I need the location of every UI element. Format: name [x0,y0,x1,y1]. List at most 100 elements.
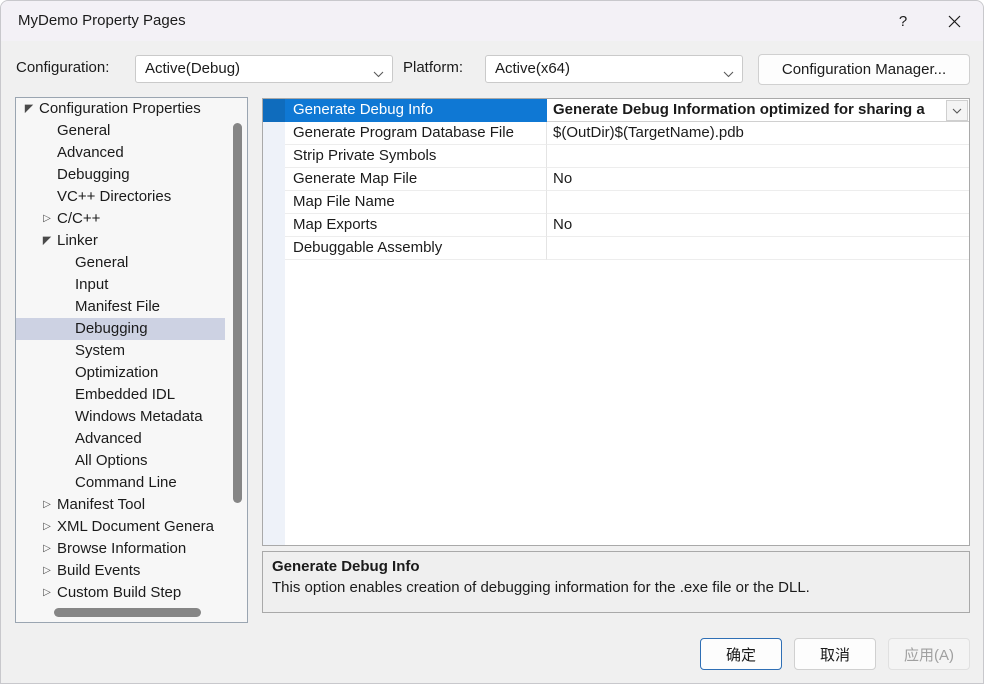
property-pages-dialog: MyDemo Property Pages ? Configuration: A… [0,0,984,684]
twisty-expanded-icon[interactable]: ◢ [40,230,54,252]
tree-item-linker[interactable]: ◢ Linker [16,230,225,252]
property-value[interactable]: No [547,214,969,237]
close-icon[interactable] [931,1,977,41]
window-title: MyDemo Property Pages [18,12,186,29]
property-value[interactable]: Generate Debug Information optimized for… [547,99,969,122]
property-rows: Generate Debug Info Generate Debug Inform… [263,99,969,260]
property-row[interactable]: Strip Private Symbols [263,145,969,168]
property-name[interactable]: Generate Map File [285,168,547,191]
twisty-collapsed-icon[interactable]: ▷ [40,494,54,516]
tree-item-label: Debugging [75,320,148,337]
tree-item-build-events[interactable]: ▷ Build Events [16,560,225,582]
tree-item-c-c[interactable]: ▷ C/C++ [16,208,225,230]
tree-item-manifest-tool[interactable]: ▷ Manifest Tool [16,494,225,516]
tree-item-configuration-properties[interactable]: ◢ Configuration Properties [16,98,225,120]
property-row[interactable]: Map Exports No [263,214,969,237]
tree-item-advanced[interactable]: Advanced [16,142,225,164]
property-value[interactable]: $(OutDir)$(TargetName).pdb [547,122,969,145]
tree-item-advanced[interactable]: Advanced [16,428,225,450]
twisty-collapsed-icon[interactable]: ▷ [40,516,54,538]
tree-item-label: VC++ Directories [57,188,172,205]
tree-item-manifest-file[interactable]: Manifest File [16,296,225,318]
tree-item-xml-document-genera[interactable]: ▷ XML Document Genera [16,516,225,538]
tree-item-input[interactable]: Input [16,274,225,296]
title-bar: MyDemo Property Pages ? [1,1,983,41]
apply-button[interactable]: 应用(A) [888,638,970,670]
tree-item-label: Manifest Tool [57,496,146,513]
tree-item-general[interactable]: General [16,120,225,142]
row-gutter [263,191,285,214]
tree-item-label: General [75,254,129,271]
property-name[interactable]: Debuggable Assembly [285,237,547,260]
property-row[interactable]: Debuggable Assembly [263,237,969,260]
tree-vertical-scrollbar[interactable] [229,99,246,603]
tree-item-label: Command Line [75,474,177,491]
twisty-collapsed-icon[interactable]: ▷ [40,208,54,230]
tree-item-label: C/C++ [57,210,101,227]
tree-item-optimization[interactable]: Optimization [16,362,225,384]
platform-select[interactable]: Active(x64) [485,55,743,83]
help-glyph: ? [898,12,908,30]
tree-item-label: Manifest File [75,298,161,315]
tree-item-label: All Options [75,452,148,469]
chevron-down-icon [373,65,384,83]
tree-item-debugging[interactable]: Debugging [16,164,225,186]
property-value[interactable] [547,191,969,214]
property-grid[interactable]: Generate Debug Info Generate Debug Inform… [262,98,970,546]
cancel-button[interactable]: 取消 [794,638,876,670]
chevron-down-icon [952,108,962,114]
row-gutter [263,145,285,168]
tree-item-label: General [57,122,111,139]
twisty-expanded-icon[interactable]: ◢ [22,98,36,120]
help-icon[interactable]: ? [880,1,926,41]
tree-horizontal-scrollbar[interactable] [17,603,231,621]
property-value[interactable] [547,145,969,168]
tree-horizontal-scroll-thumb[interactable] [54,608,201,617]
tree-item-windows-metadata[interactable]: Windows Metadata [16,406,225,428]
property-row[interactable]: Generate Debug Info Generate Debug Inform… [263,99,969,122]
tree-item-label: Embedded IDL [75,386,176,403]
property-row[interactable]: Generate Program Database File $(OutDir)$… [263,122,969,145]
chevron-down-icon [723,65,734,83]
twisty-collapsed-icon[interactable]: ▷ [40,582,54,602]
tree-item-embedded-idl[interactable]: Embedded IDL [16,384,225,406]
tree-item-vc-directories[interactable]: VC++ Directories [16,186,225,208]
value-dropdown-button[interactable] [946,100,968,121]
configuration-manager-button[interactable]: Configuration Manager... [758,54,970,85]
configuration-tree[interactable]: ◢ Configuration Properties General Advanced… [15,97,248,623]
tree-item-label: Advanced [75,430,142,447]
tree-item-label: XML Document Genera [57,518,215,535]
description-panel: Generate Debug Info This option enables … [262,551,970,613]
tree-item-label: Configuration Properties [39,100,201,117]
twisty-collapsed-icon[interactable]: ▷ [40,538,54,560]
property-value[interactable] [547,237,969,260]
property-name[interactable]: Strip Private Symbols [285,145,547,168]
property-row[interactable]: Map File Name [263,191,969,214]
tree-item-command-line[interactable]: Command Line [16,472,225,494]
tree-item-all-options[interactable]: All Options [16,450,225,472]
property-name[interactable]: Map File Name [285,191,547,214]
row-gutter [263,122,285,145]
twisty-collapsed-icon[interactable]: ▷ [40,560,54,582]
property-row[interactable]: Generate Map File No [263,168,969,191]
tree-item-label: Input [75,276,109,293]
tree-item-label: Custom Build Step [57,584,182,601]
row-gutter [263,237,285,260]
platform-value: Active(x64) [495,60,571,77]
tree-item-system[interactable]: System [16,340,225,362]
configuration-select[interactable]: Active(Debug) [135,55,393,83]
tree-item-general[interactable]: General [16,252,225,274]
tree-vertical-scroll-thumb[interactable] [233,123,242,503]
ok-button[interactable]: 确定 [700,638,782,670]
property-name[interactable]: Generate Debug Info [285,99,547,122]
tree-item-label: Advanced [57,144,124,161]
property-name[interactable]: Map Exports [285,214,547,237]
tree-item-label: Browse Information [57,540,187,557]
tree-item-debugging[interactable]: Debugging [16,318,225,340]
property-name[interactable]: Generate Program Database File [285,122,547,145]
property-value[interactable]: No [547,168,969,191]
tree-item-custom-build-step[interactable]: ▷ Custom Build Step [16,582,225,602]
row-gutter [263,214,285,237]
tree-item-label: Linker [57,232,98,249]
tree-item-browse-information[interactable]: ▷ Browse Information [16,538,225,560]
